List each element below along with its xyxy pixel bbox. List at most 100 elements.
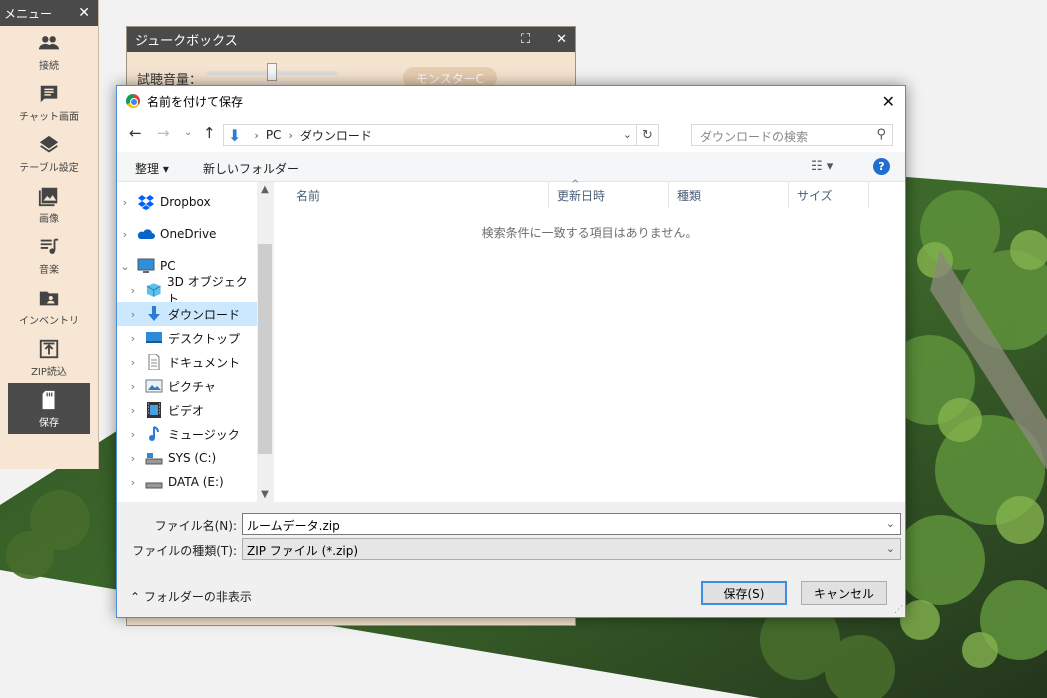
search-icon: ⚲ — [876, 127, 886, 142]
hide-folders-label: フォルダーの非表示 — [143, 590, 252, 604]
command-bar: 整理 ▾ 新しいフォルダー ☷ ▾ ? — [117, 152, 905, 182]
menu-item-chat[interactable]: チャット画面 — [0, 77, 98, 128]
volume-slider-thumb[interactable] — [267, 63, 277, 81]
nav-item-label: ドキュメント — [168, 355, 241, 370]
filetype-select[interactable]: ZIP ファイル (*.zip) ⌄ — [242, 538, 901, 560]
chevron-up-icon: ⌃ — [130, 590, 141, 604]
chevron-right-icon[interactable]: › — [117, 196, 133, 209]
dialog-titlebar[interactable]: 名前を付けて保存 ✕ — [117, 86, 905, 116]
chevron-right-icon[interactable]: › — [125, 476, 141, 489]
nav-item-onedrive[interactable]: › OneDrive — [117, 222, 257, 246]
cancel-button[interactable]: キャンセル — [801, 581, 887, 605]
nav-item-desktop[interactable]: › デスクトップ — [117, 326, 257, 350]
organize-button[interactable]: 整理 ▾ — [135, 160, 169, 177]
nav-item-label: ミュージック — [168, 427, 240, 442]
chevron-right-icon[interactable]: › — [125, 380, 141, 393]
nav-item-data-drive[interactable]: › DATA (E:) — [117, 470, 257, 494]
nav-item-3d-objects[interactable]: › 3D オブジェクト — [117, 275, 257, 306]
chevron-right-icon[interactable]: › — [117, 228, 133, 241]
nav-scrollbar[interactable]: ▲ ▼ — [257, 182, 273, 502]
save-button[interactable]: 保存(S) — [701, 581, 787, 605]
filename-field[interactable]: ルームデータ.zip ⌄ — [242, 513, 901, 535]
nav-item-downloads[interactable]: › ダウンロード — [117, 302, 257, 326]
download-arrow-icon: ⬇ — [228, 125, 242, 145]
empty-message: 検索条件に一致する項目はありません。 — [481, 226, 698, 240]
recent-locations-icon[interactable]: ⌄ — [184, 127, 192, 138]
search-input[interactable]: ダウンロードの検索 ⚲ — [691, 124, 893, 146]
chevron-right-icon[interactable]: › — [125, 404, 141, 417]
navigation-pane: › Dropbox › OneDrive ⌄ PC › 3D オブジェクト › … — [117, 182, 273, 502]
jukebox-title: ジュークボックス — [135, 34, 238, 49]
hide-folders-toggle[interactable]: ⌃ フォルダーの非表示 — [130, 588, 252, 605]
chevron-down-icon[interactable]: ⌄ — [886, 517, 895, 530]
filename-label: ファイル名(N): — [154, 519, 237, 533]
menu-item-save[interactable]: 保存 — [8, 383, 90, 434]
nav-item-label: デスクトップ — [168, 331, 241, 346]
chevron-down-icon[interactable]: ▼ — [257, 489, 273, 500]
column-header-name[interactable]: 名前 — [288, 182, 549, 208]
resize-grip-icon[interactable]: ⋰ — [894, 605, 903, 615]
menu-item-table-settings[interactable]: テーブル設定 — [0, 128, 98, 179]
chat-icon — [40, 85, 58, 102]
chevron-right-icon[interactable]: › — [125, 308, 141, 321]
breadcrumb-pc[interactable]: PC — [266, 128, 282, 142]
refresh-icon[interactable]: ↻ — [636, 125, 658, 145]
column-header-type[interactable]: 種類 — [669, 182, 789, 208]
menu-item-label: チャット画面 — [19, 111, 79, 123]
menu-item-inventory[interactable]: インベントリ — [0, 281, 98, 332]
file-list-pane: ^ 名前 更新日時 種類 サイズ 検索条件に一致する項目はありません。 — [274, 179, 905, 502]
maximize-icon[interactable]: ⛶ — [521, 32, 530, 47]
chevron-up-icon[interactable]: ▲ — [257, 184, 273, 195]
chevron-down-icon[interactable]: ⌄ — [623, 128, 632, 141]
menu-titlebar[interactable]: メニュー ✕ — [0, 0, 98, 26]
chevron-down-icon[interactable]: ⌄ — [117, 260, 133, 273]
new-folder-button[interactable]: 新しいフォルダー — [203, 160, 299, 177]
chevron-right-icon[interactable]: › — [125, 356, 141, 369]
menu-title: メニュー — [4, 6, 53, 21]
dialog-title: 名前を付けて保存 — [147, 94, 244, 109]
forward-arrow-icon[interactable]: → — [157, 124, 170, 142]
onedrive-icon — [137, 229, 155, 239]
menu-item-zip-load[interactable]: ZIP読込 — [0, 332, 98, 383]
column-header-size[interactable]: サイズ — [789, 182, 869, 208]
chevron-right-icon[interactable]: › — [125, 452, 141, 465]
chevron-down-icon[interactable]: ⌄ — [886, 542, 895, 555]
search-placeholder: ダウンロードの検索 — [700, 130, 809, 144]
chevron-right-icon[interactable]: › — [125, 284, 141, 297]
save-as-dialog: 名前を付けて保存 ✕ ← → ⌄ ↑ ⬇ › PC › ダウンロード ⌄ ↻ ダ… — [116, 85, 906, 618]
nav-item-videos[interactable]: › ビデオ — [117, 398, 257, 422]
menu-item-label: ZIP読込 — [31, 366, 67, 378]
nav-item-pictures[interactable]: › ピクチャ — [117, 374, 257, 398]
back-arrow-icon[interactable]: ← — [129, 124, 142, 142]
nav-item-documents[interactable]: › ドキュメント — [117, 350, 257, 374]
chevron-right-icon[interactable]: › — [125, 332, 141, 345]
close-icon[interactable]: ✕ — [78, 5, 90, 21]
filetype-value: ZIP ファイル (*.zip) — [247, 544, 359, 558]
close-icon[interactable]: ✕ — [882, 92, 895, 111]
menu-item-connect[interactable]: 接続 — [0, 26, 98, 77]
nav-item-music[interactable]: › ミュージック — [117, 422, 257, 446]
breadcrumb-downloads[interactable]: ダウンロード — [300, 127, 372, 144]
address-bar[interactable]: ⬇ › PC › ダウンロード ⌄ ↻ — [223, 124, 659, 146]
up-arrow-icon[interactable]: ↑ — [203, 124, 216, 142]
nav-item-label: ピクチャ — [168, 379, 216, 394]
upload-icon — [39, 339, 59, 358]
nav-item-label: ダウンロード — [168, 307, 241, 322]
nav-item-label: ビデオ — [168, 403, 205, 418]
computer-icon — [137, 258, 155, 273]
menu-item-label: 音楽 — [39, 264, 59, 276]
drive-icon — [145, 453, 163, 465]
nav-item-sys-drive[interactable]: › SYS (C:) — [117, 446, 257, 470]
menu-item-music[interactable]: 音楽 — [0, 230, 98, 281]
filetype-label: ファイルの種類(T): — [132, 544, 237, 558]
menu-item-label: 保存 — [39, 417, 59, 429]
close-icon[interactable]: ✕ — [556, 32, 567, 47]
menu-item-image[interactable]: 画像 — [0, 179, 98, 230]
nav-item-dropbox[interactable]: › Dropbox — [117, 190, 257, 214]
scrollbar-thumb[interactable] — [258, 244, 272, 454]
jukebox-titlebar[interactable]: ジュークボックス ⛶ ✕ — [127, 27, 575, 52]
column-header-modified[interactable]: 更新日時 — [549, 182, 669, 208]
view-options-icon[interactable]: ☷ ▾ — [811, 159, 833, 174]
chevron-right-icon[interactable]: › — [125, 428, 141, 441]
help-icon[interactable]: ? — [873, 158, 890, 175]
